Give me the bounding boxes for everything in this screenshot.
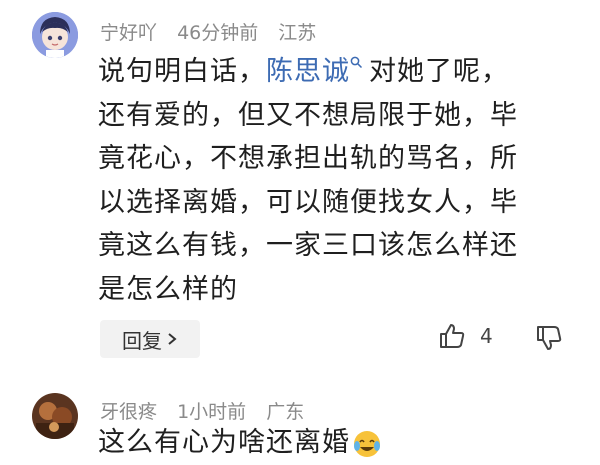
location: 广东 [266,401,305,423]
comment-item: 宁好吖 46分钟前 江苏 说句明白话，陈思诚 对她了呢， 还有爱的，但又不想局限于… [0,0,600,370]
comment-text-post: 对她了呢， [369,56,509,87]
search-icon [350,56,363,69]
comment-line: 还有爱的，但又不想局限于她，毕 [98,99,518,131]
reply-label: 回复 [122,328,162,353]
username[interactable]: 牙很疼 [100,401,157,423]
comment-line: 以选择离婚，可以随便找女人，毕 [98,186,518,218]
comment-line: 说句明白话，陈思诚 对她了呢， [98,50,578,94]
cartoon-boy-avatar-icon [32,12,78,58]
avatar[interactable] [32,393,78,439]
timestamp: 1小时前 [177,401,247,423]
reply-button[interactable]: 回复 [100,320,200,358]
comment-line: 竟花心，不想承担出轨的骂名，所 [98,143,518,174]
comment-text: 说句明白话，陈思诚 对她了呢， 还有爱的，但又不想局限于她，毕 竟花心，不想承担出… [98,50,578,311]
avatar[interactable] [32,12,78,58]
comment-line: 是怎么样的 [98,273,238,305]
comment-line: 这么有心为啥还离婚 [98,427,350,458]
comment-meta: 牙很疼 1小时前 广东 [100,397,318,424]
thumbs-down-icon[interactable] [535,324,563,352]
dislike-action[interactable] [535,324,563,352]
comment-text-pre: 说句明白话， [98,56,266,87]
chevron-right-icon [168,333,177,345]
timestamp: 46分钟前 [177,22,259,44]
comment-text: 这么有心为啥还离婚 [98,421,578,465]
location: 江苏 [278,22,317,44]
comment-item: 牙很疼 1小时前 广东 这么有心为啥还离婚 [0,385,600,458]
mention-link[interactable]: 陈思诚 [266,56,350,87]
thumbs-up-icon[interactable] [438,322,466,350]
crying-laughing-emoji-icon [354,430,380,457]
comment-meta: 宁好吖 46分钟前 江苏 [100,18,330,45]
like-count: 4 [480,324,493,348]
username[interactable]: 宁好吖 [100,22,157,44]
like-action[interactable]: 4 [438,322,493,350]
photo-avatar-icon [32,393,78,439]
comment-line: 竟这么有钱，一家三口该怎么样还 [98,230,518,261]
